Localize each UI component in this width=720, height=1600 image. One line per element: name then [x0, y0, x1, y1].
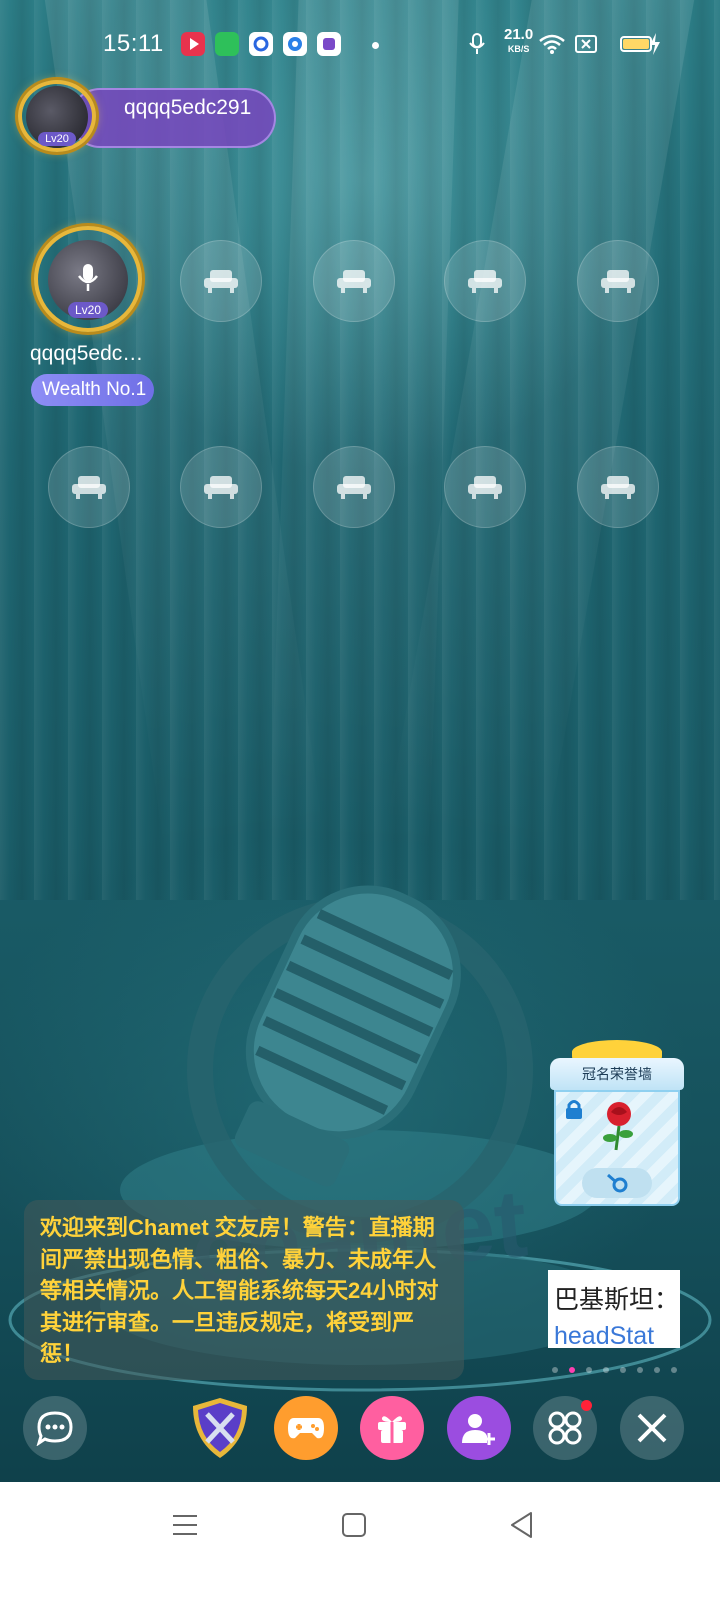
- sofa-icon: [601, 270, 635, 293]
- sofa-icon: [468, 476, 502, 499]
- more-apps-icon: [548, 1411, 582, 1445]
- system-notice: 欢迎来到Chamet 交友房！警告：直播期间严禁出现色情、粗俗、暴力、未成年人等…: [24, 1200, 464, 1380]
- empty-seat[interactable]: [444, 240, 526, 322]
- sim-off-icon: [575, 35, 597, 53]
- sofa-icon: [204, 476, 238, 499]
- close-room-button[interactable]: [620, 1396, 684, 1460]
- chat-button[interactable]: [23, 1396, 87, 1460]
- wealth-badge: Wealth No.1: [31, 374, 154, 406]
- crown-key-icon: [607, 1173, 628, 1193]
- add-user-icon: [462, 1414, 495, 1445]
- wifi-icon: [539, 34, 565, 54]
- sofa-icon: [337, 270, 371, 293]
- sofa-icon: [337, 476, 371, 499]
- promo-line-2: headStat: [554, 1322, 655, 1348]
- pager-dot: [654, 1367, 660, 1373]
- sofa-icon: [601, 476, 635, 499]
- empty-seat[interactable]: [577, 446, 659, 528]
- app-notification-icon: [249, 32, 273, 56]
- app-notification-icon: [283, 32, 307, 56]
- gamepad-icon: [288, 1418, 324, 1439]
- honor-wall-action[interactable]: [582, 1168, 652, 1198]
- network-speed: 21.0 KB/S: [504, 26, 534, 56]
- microphone-icon: [78, 264, 98, 291]
- empty-seat[interactable]: [313, 446, 395, 528]
- pager-dot: [603, 1367, 609, 1373]
- chat-bubble-icon: [36, 1411, 73, 1446]
- invite-user-button[interactable]: [447, 1396, 511, 1460]
- game-button[interactable]: [274, 1396, 338, 1460]
- honor-wall-card[interactable]: 冠名荣誉墙: [550, 1040, 684, 1210]
- pager-dot: [620, 1367, 626, 1373]
- sofa-icon: [72, 476, 106, 499]
- empty-seat[interactable]: [180, 446, 262, 528]
- microphone-in-use-icon: [469, 33, 485, 54]
- sofa-icon: [204, 270, 238, 293]
- pk-shield-icon: [193, 1398, 247, 1458]
- app-notification-icon: [317, 32, 341, 56]
- pager-dot: [637, 1367, 643, 1373]
- gift-button[interactable]: [360, 1396, 424, 1460]
- system-nav-bar: [0, 1482, 720, 1600]
- network-speed-unit: KB/S: [507, 44, 530, 54]
- notification-dot: [581, 1400, 592, 1411]
- seat-level-badge: Lv20: [68, 302, 108, 318]
- pager-dot: [552, 1367, 558, 1373]
- empty-seat[interactable]: [444, 446, 526, 528]
- charging-icon: [650, 33, 660, 55]
- seat-1[interactable]: Lv20: [30, 226, 146, 336]
- app-notification-icon: [215, 32, 239, 56]
- home-icon[interactable]: [341, 1512, 367, 1538]
- battery-level: [623, 39, 649, 49]
- status-bar: 15:11 21.0 KB/S: [0, 26, 720, 62]
- host-name: qqqq5edc291: [124, 96, 252, 119]
- host-info[interactable]: Lv20 qqqq5edc291: [16, 80, 276, 152]
- pager-dot: [671, 1367, 677, 1373]
- app-notification-icon: [181, 32, 205, 56]
- promo-line-1: 巴基斯坦：: [554, 1286, 680, 1314]
- promo-banner[interactable]: 巴基斯坦： headStat: [548, 1270, 680, 1348]
- network-speed-value: 21.0: [504, 26, 534, 43]
- sofa-icon: [468, 270, 502, 293]
- gift-icon: [378, 1416, 406, 1443]
- host-level-badge: Lv20: [38, 132, 76, 146]
- seat-1-name: qqqq5edc…: [30, 342, 144, 365]
- pager-dot-active: [569, 1367, 575, 1373]
- lock-icon: [566, 1100, 582, 1119]
- empty-seat[interactable]: [313, 240, 395, 322]
- status-time: 15:11: [103, 30, 164, 57]
- rose-icon: [603, 1102, 633, 1151]
- back-icon[interactable]: [509, 1511, 535, 1539]
- promo-pager: [552, 1360, 677, 1378]
- honor-wall-body: [554, 1090, 680, 1206]
- menu-icon[interactable]: [172, 1512, 198, 1538]
- empty-seat[interactable]: [48, 446, 130, 528]
- pk-button[interactable]: [188, 1396, 252, 1460]
- more-apps-button[interactable]: [533, 1396, 597, 1460]
- pager-dot: [586, 1367, 592, 1373]
- empty-seat[interactable]: [180, 240, 262, 322]
- more-notifications-dot: [372, 42, 379, 49]
- empty-seat[interactable]: [577, 240, 659, 322]
- honor-wall-title: 冠名荣誉墙: [550, 1058, 684, 1090]
- close-icon: [637, 1413, 667, 1443]
